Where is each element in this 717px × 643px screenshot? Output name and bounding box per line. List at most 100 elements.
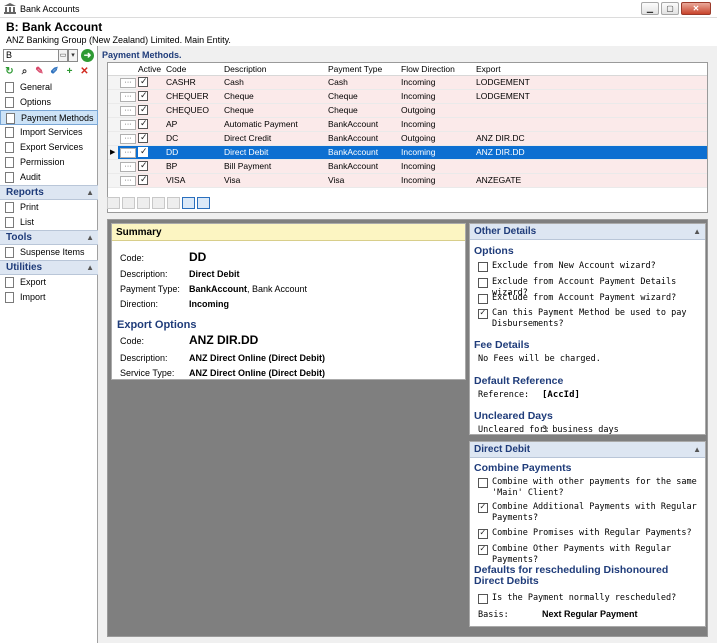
export-cell[interactable] xyxy=(474,103,707,118)
active-cell[interactable] xyxy=(136,173,164,188)
checkbox-icon[interactable] xyxy=(478,594,488,604)
nav-item-list[interactable]: List xyxy=(0,215,98,230)
ellipsis-icon[interactable]: ··· xyxy=(120,78,136,88)
checkbox-checked-icon[interactable] xyxy=(138,174,148,186)
nav-item-permission[interactable]: Permission xyxy=(0,155,98,170)
other-details-header[interactable]: Other Details ▲ xyxy=(470,224,705,240)
collapse-icon[interactable]: ▲ xyxy=(693,442,701,458)
export-cell[interactable]: ANZEGATE xyxy=(474,173,707,188)
go-arrow-icon[interactable]: ➜ xyxy=(81,49,94,62)
flow-direction-cell[interactable]: Outgoing xyxy=(399,131,474,146)
ellipsis-icon[interactable]: ··· xyxy=(120,134,136,144)
ellipsis-icon[interactable]: ··· xyxy=(120,106,136,116)
column-header-payment-type[interactable]: Payment Type xyxy=(326,63,399,76)
checkbox-icon[interactable] xyxy=(478,278,488,288)
binoculars-icon[interactable]: ⌕ xyxy=(18,65,31,78)
combine-other-payments-checkbox[interactable]: Combine Other Payments with Regular Paym… xyxy=(478,544,700,566)
nav-item-import[interactable]: Import xyxy=(0,290,98,305)
direct-debit-header[interactable]: Direct Debit ▲ xyxy=(470,442,705,458)
flow-direction-cell[interactable]: Incoming xyxy=(399,117,474,132)
row-details-button[interactable]: ··· xyxy=(118,159,136,174)
flow-direction-cell[interactable]: Incoming xyxy=(399,159,474,174)
table-row[interactable]: ··· DCDirect CreditBankAccountOutgoingANZ… xyxy=(108,131,707,146)
ellipsis-icon[interactable]: ··· xyxy=(120,148,136,158)
description-cell[interactable]: Direct Debit xyxy=(222,145,326,160)
checkbox-icon[interactable] xyxy=(478,262,488,272)
code-cell[interactable]: CHEQUER xyxy=(164,89,222,104)
row-details-button[interactable]: ··· xyxy=(118,131,136,146)
flow-direction-cell[interactable]: Incoming xyxy=(399,145,474,160)
row-details-button[interactable]: ··· xyxy=(118,103,136,118)
delete-icon[interactable]: ✕ xyxy=(78,65,91,78)
checkbox-checked-icon[interactable] xyxy=(478,528,488,539)
checkbox-checked-icon[interactable] xyxy=(138,132,148,144)
refresh-icon[interactable]: ↻ xyxy=(3,65,16,78)
export-cell[interactable]: LODGEMENT xyxy=(474,89,707,104)
collapse-icon[interactable]: ▲ xyxy=(693,224,701,240)
nav-item-suspense-items[interactable]: Suspense Items xyxy=(0,245,98,260)
eraser-icon[interactable]: ✎ xyxy=(33,65,46,78)
ellipsis-icon[interactable]: ··· xyxy=(120,176,136,186)
description-cell[interactable]: Automatic Payment xyxy=(222,117,326,132)
nav-item-export[interactable]: Export xyxy=(0,275,98,290)
reports-section-header[interactable]: Reports ▲ xyxy=(0,185,98,200)
code-cell[interactable]: AP xyxy=(164,117,222,132)
checkbox-checked-icon[interactable] xyxy=(138,76,148,88)
table-row[interactable]: ··· APAutomatic PaymentBankAccountIncomin… xyxy=(108,117,707,132)
minimize-button[interactable]: ▁ xyxy=(641,2,659,15)
collapse-icon[interactable]: ▲ xyxy=(86,261,94,275)
column-header-export[interactable]: Export xyxy=(474,63,707,76)
table-row[interactable]: ···CHEQUERChequeChequeIncomingLODGEMENT xyxy=(108,89,707,104)
table-row[interactable]: ···CASHRCashCashIncomingLODGEMENT xyxy=(108,75,707,90)
checkbox-checked-icon[interactable] xyxy=(138,118,148,130)
ellipsis-icon[interactable]: ··· xyxy=(120,120,136,130)
table-row[interactable]: ▶··· DDDirect DebitBankAccountIncomingANZ… xyxy=(108,145,707,160)
exclude-new-account-checkbox[interactable]: Exclude from New Account wizard? xyxy=(478,261,700,272)
checkbox-checked-icon[interactable] xyxy=(478,308,488,319)
payment-type-cell[interactable]: BankAccount xyxy=(326,117,399,132)
checkbox-checked-icon[interactable] xyxy=(138,90,148,102)
ellipsis-icon[interactable]: ··· xyxy=(120,162,136,172)
close-button[interactable]: ✕ xyxy=(681,2,711,15)
checkbox-checked-icon[interactable] xyxy=(478,502,488,513)
chevron-down-icon[interactable]: ▾ xyxy=(68,49,78,62)
payment-type-cell[interactable]: Cheque xyxy=(326,103,399,118)
nav-item-import-services[interactable]: Import Services xyxy=(0,125,98,140)
code-cell[interactable]: DC xyxy=(164,131,222,146)
flow-direction-cell[interactable]: Incoming xyxy=(399,75,474,90)
maximize-button[interactable]: ▢ xyxy=(661,2,679,15)
active-cell[interactable] xyxy=(136,117,164,132)
active-cell[interactable] xyxy=(136,103,164,118)
flow-direction-cell[interactable]: Incoming xyxy=(399,173,474,188)
active-cell[interactable] xyxy=(136,89,164,104)
checkbox-icon[interactable] xyxy=(478,294,488,304)
picker-clear-icon[interactable]: ▭ xyxy=(58,49,68,62)
export-cell[interactable]: LODGEMENT xyxy=(474,75,707,90)
active-cell[interactable] xyxy=(136,131,164,146)
row-details-button[interactable]: ··· xyxy=(118,173,136,188)
edit-pencil-icon[interactable]: ✐ xyxy=(48,65,61,78)
export-cell[interactable] xyxy=(474,159,707,174)
utilities-section-header[interactable]: Utilities ▲ xyxy=(0,260,98,275)
grid-insert-icon[interactable] xyxy=(107,197,120,209)
checkbox-checked-icon[interactable] xyxy=(478,544,488,555)
active-cell[interactable] xyxy=(136,145,164,160)
nav-item-export-services[interactable]: Export Services xyxy=(0,140,98,155)
table-row[interactable]: ··· BPBill PaymentBankAccountIncoming xyxy=(108,159,707,174)
column-header-flow-direction[interactable]: Flow Direction xyxy=(399,63,474,76)
payment-methods-grid[interactable]: Active Code Description Payment Type Flo… xyxy=(107,62,708,213)
row-details-button[interactable]: ··· xyxy=(118,75,136,90)
collapse-icon[interactable]: ▲ xyxy=(86,231,94,245)
combine-promises-checkbox[interactable]: Combine Promises with Regular Payments? xyxy=(478,528,700,539)
code-cell[interactable]: CHEQUEO xyxy=(164,103,222,118)
nav-item-print[interactable]: Print xyxy=(0,200,98,215)
description-cell[interactable]: Visa xyxy=(222,173,326,188)
export-cell[interactable] xyxy=(474,117,707,132)
table-row[interactable]: ···VISAVisaVisaIncomingANZEGATE xyxy=(108,173,707,188)
code-cell[interactable]: VISA xyxy=(164,173,222,188)
row-details-button[interactable]: ··· xyxy=(118,117,136,132)
grid-move-down-icon[interactable] xyxy=(167,197,180,209)
description-cell[interactable]: Cheque xyxy=(222,89,326,104)
flow-direction-cell[interactable]: Outgoing xyxy=(399,103,474,118)
code-cell[interactable]: CASHR xyxy=(164,75,222,90)
